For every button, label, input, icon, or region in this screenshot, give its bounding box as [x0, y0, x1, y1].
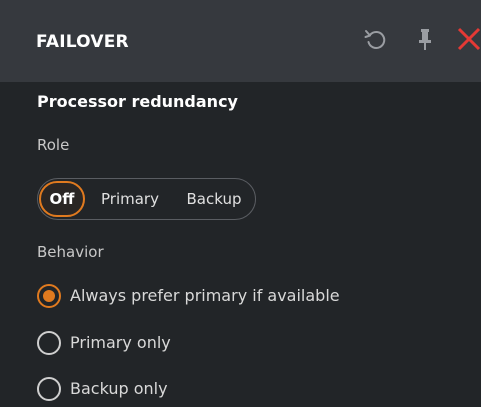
role-option-backup[interactable]: Backup: [177, 181, 251, 217]
role-segmented-control: Off Primary Backup: [37, 178, 256, 220]
role-label: Role: [37, 136, 70, 154]
radio-unselected-icon[interactable]: [37, 331, 61, 355]
panel-title: FAILOVER: [36, 32, 129, 52]
close-icon[interactable]: [454, 26, 481, 52]
pin-icon[interactable]: [412, 26, 438, 52]
behavior-label: Behavior: [37, 243, 104, 261]
panel-header: FAILOVER: [0, 0, 481, 82]
role-option-primary[interactable]: Primary: [93, 181, 167, 217]
radio-unselected-icon[interactable]: [37, 377, 61, 401]
role-option-off[interactable]: Off: [39, 181, 85, 217]
failover-panel: FAILOVER Processor redundancy Role Off P…: [0, 0, 481, 407]
reset-icon[interactable]: [362, 26, 388, 52]
section-title: Processor redundancy: [37, 92, 238, 111]
radio-selected-icon[interactable]: [37, 284, 61, 308]
radio-label: Backup only: [70, 379, 168, 398]
radio-label: Always prefer primary if available: [70, 286, 340, 305]
radio-label: Primary only: [70, 333, 171, 352]
